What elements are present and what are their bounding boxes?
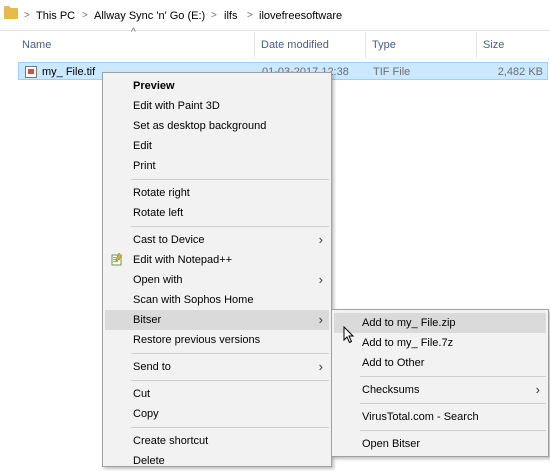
menu-item-set-desktop-background[interactable]: Set as desktop background bbox=[105, 116, 329, 136]
image-file-icon bbox=[25, 66, 37, 78]
menu-item-edit[interactable]: Edit bbox=[105, 136, 329, 156]
column-header-size[interactable]: Size bbox=[483, 36, 504, 54]
menu-item-edit-notepadpp[interactable]: Edit with Notepad++ bbox=[105, 250, 329, 270]
menu-item-label: Send to bbox=[133, 361, 171, 373]
menu-separator bbox=[360, 430, 546, 431]
column-header-date[interactable]: Date modified bbox=[261, 36, 329, 54]
file-size: 2,482 KB bbox=[497, 66, 543, 78]
menu-separator bbox=[131, 427, 329, 428]
menu-item-cut[interactable]: Cut bbox=[105, 384, 329, 404]
breadcrumb-drive[interactable]: Allway Sync 'n' Go (E:) bbox=[94, 8, 205, 24]
column-divider[interactable] bbox=[365, 32, 366, 58]
sort-ascending-icon: ^ bbox=[131, 27, 136, 38]
menu-item-label: Bitser bbox=[133, 314, 162, 326]
address-bar[interactable]: > This PC > Allway Sync 'n' Go (E:) > il… bbox=[0, 0, 550, 31]
file-type: TIF File bbox=[373, 66, 411, 78]
chevron-right-icon: › bbox=[318, 312, 323, 327]
menu-item-label: Open with bbox=[133, 274, 183, 286]
folder-icon bbox=[4, 6, 18, 19]
menu-separator bbox=[360, 403, 546, 404]
menu-item-print[interactable]: Print bbox=[105, 156, 329, 176]
column-header-type[interactable]: Type bbox=[372, 36, 396, 54]
menu-item-checksums[interactable]: Checksums › bbox=[334, 380, 546, 400]
menu-item-label: Checksums bbox=[362, 384, 420, 396]
chevron-right-icon: › bbox=[318, 359, 323, 374]
menu-item-open-with[interactable]: Open with › bbox=[105, 270, 329, 290]
menu-item-scan-sophos[interactable]: Scan with Sophos Home bbox=[105, 290, 329, 310]
menu-separator bbox=[131, 179, 329, 180]
menu-item-rotate-right[interactable]: Rotate right bbox=[105, 183, 329, 203]
notepadpp-icon bbox=[111, 253, 123, 266]
breadcrumb-this-pc[interactable]: This PC bbox=[36, 8, 75, 24]
column-divider[interactable] bbox=[254, 32, 255, 58]
menu-item-open-bitser[interactable]: Open Bitser bbox=[334, 434, 546, 454]
breadcrumb-ilovefreesoftware[interactable]: ilovefreesoftware bbox=[259, 8, 342, 24]
context-menu: Preview Edit with Paint 3D Set as deskto… bbox=[102, 72, 332, 467]
menu-item-label: Edit with Notepad++ bbox=[133, 254, 233, 266]
menu-item-rotate-left[interactable]: Rotate left bbox=[105, 203, 329, 223]
file-name: my_ File.tif bbox=[42, 66, 96, 78]
menu-item-virustotal-search[interactable]: VirusTotal.com - Search bbox=[334, 407, 546, 427]
mouse-cursor-icon bbox=[343, 326, 355, 344]
menu-item-edit-paint3d[interactable]: Edit with Paint 3D bbox=[105, 96, 329, 116]
menu-item-preview[interactable]: Preview bbox=[105, 76, 329, 96]
menu-item-add-to-7z[interactable]: Add to my_ File.7z bbox=[334, 333, 546, 353]
menu-item-add-to-other[interactable]: Add to Other bbox=[334, 353, 546, 373]
menu-separator bbox=[131, 380, 329, 381]
chevron-right-icon[interactable]: > bbox=[247, 8, 253, 24]
column-header-name[interactable]: Name bbox=[22, 36, 51, 54]
menu-item-add-to-zip[interactable]: Add to my_ File.zip bbox=[334, 313, 546, 333]
menu-item-restore-previous-versions[interactable]: Restore previous versions bbox=[105, 330, 329, 350]
chevron-right-icon[interactable]: > bbox=[24, 8, 30, 24]
chevron-right-icon: › bbox=[535, 382, 540, 397]
chevron-right-icon[interactable]: > bbox=[82, 8, 88, 24]
chevron-right-icon: › bbox=[318, 232, 323, 247]
chevron-right-icon: › bbox=[318, 272, 323, 287]
menu-item-delete[interactable]: Delete bbox=[105, 451, 329, 471]
menu-item-cast-to-device[interactable]: Cast to Device › bbox=[105, 230, 329, 250]
column-divider[interactable] bbox=[476, 32, 477, 58]
menu-item-label: Cast to Device bbox=[133, 234, 205, 246]
menu-separator bbox=[131, 226, 329, 227]
menu-separator bbox=[131, 353, 329, 354]
menu-item-copy[interactable]: Copy bbox=[105, 404, 329, 424]
breadcrumb-ilfs[interactable]: ilfs bbox=[224, 8, 237, 24]
menu-item-create-shortcut[interactable]: Create shortcut bbox=[105, 431, 329, 451]
menu-item-bitser[interactable]: Bitser › bbox=[105, 310, 329, 330]
bitser-submenu: Add to my_ File.zip Add to my_ File.7z A… bbox=[331, 309, 549, 457]
chevron-right-icon[interactable]: > bbox=[211, 8, 217, 24]
menu-item-send-to[interactable]: Send to › bbox=[105, 357, 329, 377]
menu-separator bbox=[360, 376, 546, 377]
